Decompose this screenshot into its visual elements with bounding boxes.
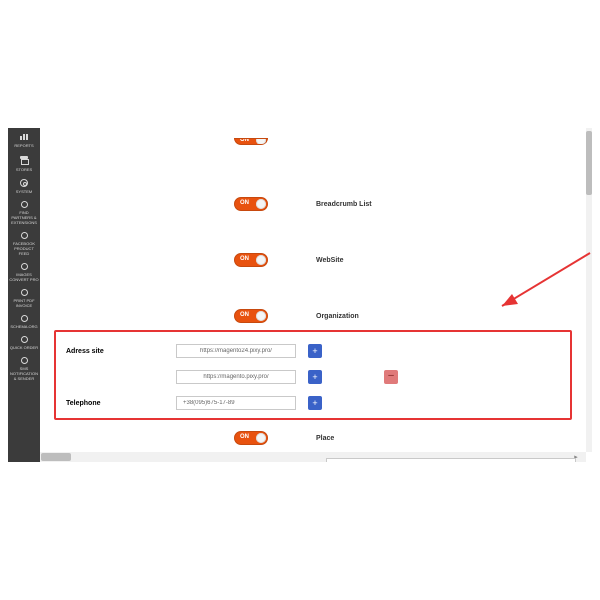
admin-sidebar: REPORTS STORES SYSTEM FIND PARTNERS & EX… <box>8 128 40 462</box>
circle-icon <box>21 201 28 208</box>
sidebar-label: FIND PARTNERS & EXTENSIONS <box>9 210 39 225</box>
toggle-website[interactable]: ON <box>234 253 268 267</box>
toggle-knob <box>256 255 266 265</box>
sidebar-label: SCHEMA.ORG <box>9 324 39 329</box>
add-address-button-2[interactable]: + <box>308 370 322 384</box>
sidebar-label: PRINT PDF INVOICE <box>9 298 39 308</box>
circle-icon <box>21 232 28 239</box>
sidebar-item-stores[interactable]: STORES <box>8 152 40 176</box>
gear-icon <box>20 179 28 187</box>
add-telephone-button[interactable]: + <box>308 396 322 410</box>
circle-icon <box>21 357 28 364</box>
setting-label-website: WebSite <box>268 257 580 264</box>
setting-label-place: Place <box>268 435 580 442</box>
sidebar-label: SMS NOTIFICATION & SENDER <box>9 366 39 381</box>
toggle-label: ON <box>240 200 249 206</box>
toggle-unknown[interactable]: ON <box>234 138 268 145</box>
toggle-breadcrumb[interactable]: ON <box>234 197 268 211</box>
store-icon <box>19 155 29 165</box>
toggle-knob <box>256 138 266 145</box>
telephone-input[interactable] <box>176 396 296 410</box>
toggle-label: ON <box>240 312 249 318</box>
toggle-knob <box>256 433 266 443</box>
sidebar-item-images-convert[interactable]: IMAGES CONVERT PRO <box>8 260 40 286</box>
organization-fields-highlight: Adress site + + – Telephone + <box>54 330 572 420</box>
sidebar-item-fb-feed[interactable]: FACEBOOK PRODUCT FEED <box>8 229 40 260</box>
circle-icon <box>21 263 28 270</box>
telephone-label: Telephone <box>60 400 176 407</box>
circle-icon <box>21 289 28 296</box>
vertical-scrollbar[interactable] <box>586 128 592 452</box>
name-label: Name <box>40 462 192 463</box>
toggle-label: ON <box>240 256 249 262</box>
address-site-label: Adress site <box>60 348 176 355</box>
toggle-label: ON <box>240 434 249 440</box>
circle-icon <box>21 336 28 343</box>
chart-icon <box>19 131 29 141</box>
sidebar-label: STORES <box>9 167 39 172</box>
toggle-knob <box>256 199 266 209</box>
toggle-organization[interactable]: ON <box>234 309 268 323</box>
address-site-input-1[interactable] <box>176 344 296 358</box>
remove-address-button[interactable]: – <box>384 370 398 384</box>
sidebar-item-system[interactable]: SYSTEM <box>8 176 40 198</box>
sidebar-label: FACEBOOK PRODUCT FEED <box>9 241 39 256</box>
sidebar-item-partners[interactable]: FIND PARTNERS & EXTENSIONS <box>8 198 40 229</box>
sidebar-label: REPORTS <box>9 143 39 148</box>
sidebar-item-schemaorg[interactable]: SCHEMA.ORG <box>8 312 40 333</box>
toggle-knob <box>256 311 266 321</box>
scroll-thumb[interactable] <box>586 131 592 195</box>
address-site-input-2[interactable] <box>176 370 296 384</box>
sidebar-item-sms[interactable]: SMS NOTIFICATION & SENDER <box>8 354 40 385</box>
sidebar-item-reports[interactable]: REPORTS <box>8 128 40 152</box>
sidebar-label: QUICK ORDER <box>9 345 39 350</box>
circle-icon <box>21 315 28 322</box>
sidebar-label: SYSTEM <box>9 189 39 194</box>
sidebar-item-quick-order[interactable]: QUICK ORDER <box>8 333 40 354</box>
setting-label-breadcrumb: Breadcrumb List <box>268 201 580 208</box>
toggle-label: ON <box>240 138 249 143</box>
toggle-place[interactable]: ON <box>234 431 268 445</box>
setting-label-organization: Organization <box>268 313 580 320</box>
sidebar-label: IMAGES CONVERT PRO <box>9 272 39 282</box>
name-input[interactable] <box>326 458 576 462</box>
add-address-button-1[interactable]: + <box>308 344 322 358</box>
sidebar-item-pdf-invoice[interactable]: PRINT PDF INVOICE <box>8 286 40 312</box>
settings-panel: ▸ ON <box>40 128 592 462</box>
